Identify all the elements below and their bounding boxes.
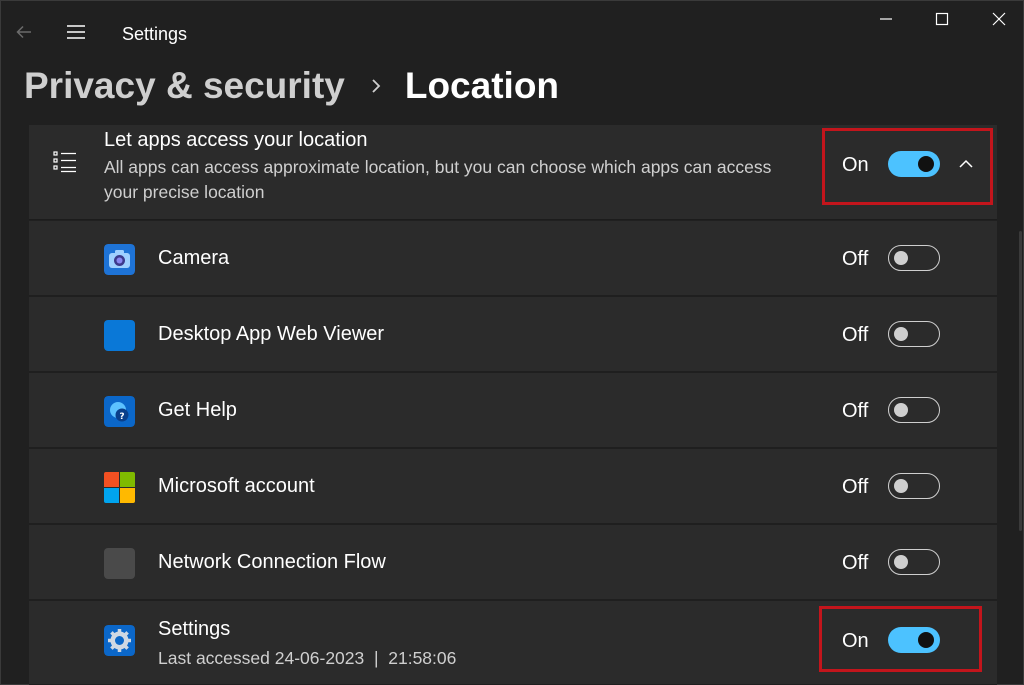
highlight-box-location-toggle — [822, 128, 993, 205]
app-name: Camera — [158, 247, 230, 269]
svg-text:?: ? — [119, 412, 124, 422]
get-help-location-toggle[interactable] — [888, 397, 940, 423]
back-button[interactable] — [11, 19, 37, 45]
close-button[interactable] — [976, 5, 1022, 33]
app-state-label: Off — [842, 324, 869, 346]
app-row-network-connection-flow: Network Connection Flow Off — [29, 525, 997, 601]
app-state-label: Off — [842, 476, 869, 498]
breadcrumb-separator-chevron-icon — [369, 77, 383, 95]
last-accessed-text: Last accessed 24-06-2023 | 21:58:06 — [158, 648, 457, 668]
app-row-camera: Camera Off — [29, 221, 997, 297]
app-name: Network Connection Flow — [158, 551, 386, 573]
app-state-label: Off — [842, 248, 869, 270]
camera-location-toggle[interactable] — [888, 245, 940, 271]
toggle-knob — [894, 555, 908, 569]
page-title: Location — [404, 65, 560, 106]
list-settings-icon — [53, 151, 76, 173]
app-state-label: Off — [842, 552, 869, 574]
app-row-desktop-app-web-viewer: Desktop App Web Viewer Off — [29, 297, 997, 373]
get-help-icon: ? — [104, 396, 135, 427]
maximize-icon — [935, 12, 949, 26]
back-arrow-icon — [16, 25, 31, 39]
app-name: Get Help — [158, 399, 237, 421]
desktop-app-web-viewer-location-toggle[interactable] — [888, 321, 940, 347]
toggle-knob — [894, 327, 908, 341]
toggle-knob — [894, 479, 908, 493]
location-access-description: All apps can access approximate location… — [104, 157, 772, 202]
app-state-label: Off — [842, 400, 869, 422]
network-connection-flow-location-toggle[interactable] — [888, 549, 940, 575]
app-name: Desktop App Web Viewer — [158, 323, 385, 345]
app-name: Settings — [158, 618, 231, 640]
minimize-icon — [880, 18, 892, 20]
location-settings-list: Let apps access your location All apps c… — [29, 125, 997, 685]
microsoft-logo-icon — [104, 472, 135, 503]
breadcrumb: Privacy & security Location — [24, 61, 559, 111]
hamburger-menu-icon — [67, 25, 85, 39]
scrollbar[interactable] — [1019, 231, 1022, 531]
toggle-knob — [894, 251, 908, 265]
location-access-title: Let apps access your location — [104, 129, 368, 151]
minimize-button[interactable] — [863, 5, 909, 33]
title-bar: Settings — [1, 1, 1023, 61]
app-title: Settings — [122, 24, 188, 44]
highlight-box-settings-toggle — [819, 606, 982, 672]
toggle-knob — [894, 403, 908, 417]
network-flow-icon — [104, 548, 135, 579]
app-row-microsoft-account: Microsoft account Off — [29, 449, 997, 525]
maximize-button[interactable] — [919, 5, 965, 33]
app-row-get-help: ? Get Help Off — [29, 373, 997, 449]
settings-window: Settings Privacy & security Location Let… — [0, 0, 1024, 685]
close-icon — [992, 12, 1006, 26]
microsoft-account-location-toggle[interactable] — [888, 473, 940, 499]
navigation-menu-button[interactable] — [63, 19, 89, 45]
web-viewer-icon — [104, 320, 135, 351]
settings-gear-icon — [104, 625, 135, 656]
app-name: Microsoft account — [158, 475, 315, 497]
breadcrumb-parent-privacy-security[interactable]: Privacy & security — [24, 65, 345, 107]
camera-icon — [104, 244, 135, 275]
